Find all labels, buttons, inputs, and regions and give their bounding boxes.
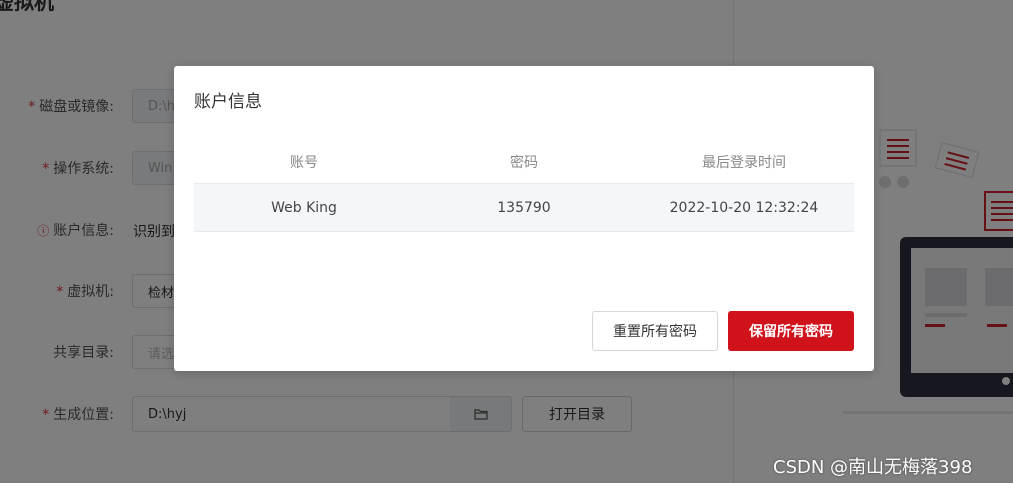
cell-password: 135790 <box>497 199 551 216</box>
watermark: CSDN @南山无梅落398 <box>773 457 973 478</box>
account-table: 账号 密码 最后登录时间 Web King 135790 2022-10-20 … <box>194 140 854 232</box>
column-header-last-login: 最后登录时间 <box>702 154 786 171</box>
keep-all-passwords-button[interactable]: 保留所有密码 <box>728 311 854 351</box>
table-header: 账号 密码 最后登录时间 <box>194 140 854 184</box>
column-header-password: 密码 <box>510 154 538 171</box>
cell-account: Web King <box>271 199 337 216</box>
cell-last-login: 2022-10-20 12:32:24 <box>669 199 819 216</box>
table-row[interactable]: Web King 135790 2022-10-20 12:32:24 <box>194 184 854 232</box>
reset-all-passwords-button[interactable]: 重置所有密码 <box>592 311 718 351</box>
account-info-dialog: 账户信息 账号 密码 最后登录时间 Web King 135790 2022-1… <box>174 66 874 371</box>
column-header-account: 账号 <box>290 154 318 171</box>
dialog-title: 账户信息 <box>194 92 262 112</box>
